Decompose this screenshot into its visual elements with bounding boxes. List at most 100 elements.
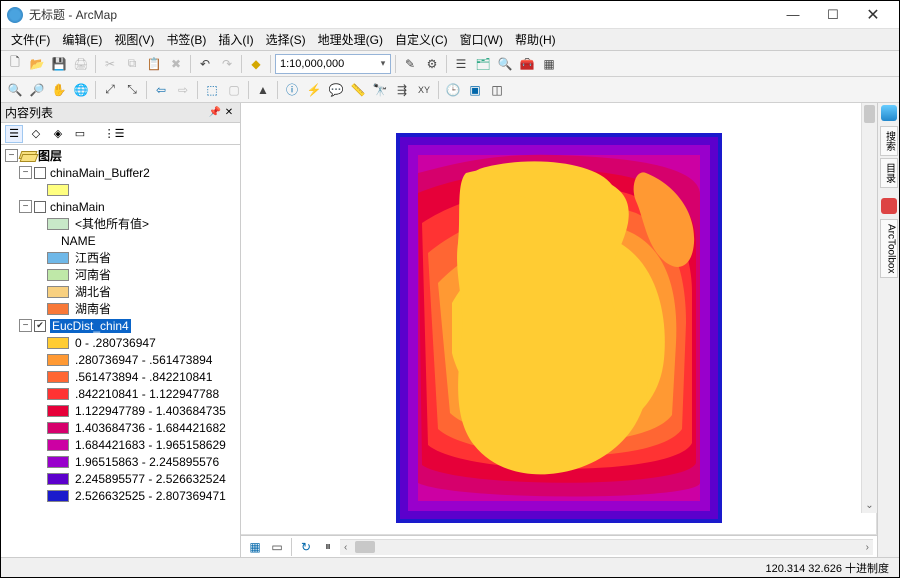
catalog-dock-tab[interactable]: 目录 <box>880 158 898 188</box>
scroll-left-icon[interactable]: ‹ <box>340 542 351 553</box>
print-button[interactable]: 🖨 <box>71 54 91 74</box>
scroll-right-icon[interactable]: › <box>862 542 873 553</box>
undo-button[interactable]: ↶ <box>195 54 215 74</box>
symbol-swatch[interactable] <box>47 456 69 468</box>
arctoolbox-button[interactable]: 🧰 <box>517 54 537 74</box>
symbol-swatch[interactable] <box>47 371 69 383</box>
new-button[interactable]: 🗋 <box>5 54 25 74</box>
scale-combo[interactable]: ▾ <box>275 54 391 74</box>
symbol-swatch[interactable] <box>47 184 69 196</box>
search-dock-icon[interactable] <box>881 105 897 121</box>
menu-edit[interactable]: 编辑(E) <box>56 29 108 50</box>
map-canvas[interactable]: ⌄ <box>241 103 877 535</box>
collapse-icon[interactable]: − <box>19 166 32 179</box>
symbol-swatch[interactable] <box>47 303 69 315</box>
forward-extent-button[interactable]: ⇨ <box>173 80 193 100</box>
symbol-swatch[interactable] <box>47 422 69 434</box>
horizontal-scrollbar[interactable]: ‹ › <box>340 539 873 555</box>
toc-button[interactable]: ☰ <box>451 54 471 74</box>
catalog-button[interactable]: 🗂 <box>473 54 493 74</box>
symbol-swatch[interactable] <box>47 269 69 281</box>
zoom-out-button[interactable]: 🔎 <box>27 80 47 100</box>
pan-button[interactable]: ✋ <box>49 80 69 100</box>
layer-label[interactable]: EucDist_chin4 <box>50 319 131 333</box>
create-viewer-button[interactable]: ▣ <box>465 80 485 100</box>
copy-button[interactable]: ⧉ <box>122 54 142 74</box>
symbol-swatch[interactable] <box>47 473 69 485</box>
maximize-button[interactable]: ☐ <box>813 4 853 26</box>
search-window-button[interactable]: 🔍 <box>495 54 515 74</box>
list-by-source-tab[interactable]: ◇ <box>27 125 45 143</box>
data-view-button[interactable]: ▦ <box>245 537 265 557</box>
arctoolbox-dock-icon[interactable] <box>881 198 897 214</box>
menu-insert[interactable]: 插入(I) <box>212 29 259 50</box>
collapse-icon[interactable]: − <box>19 319 32 332</box>
list-by-drawing-order-tab[interactable]: ☰ <box>5 125 23 143</box>
symbol-swatch[interactable] <box>47 354 69 366</box>
symbol-swatch[interactable] <box>47 337 69 349</box>
find-button[interactable]: 🔭 <box>370 80 390 100</box>
arctoolbox-dock-tab[interactable]: ArcToolbox <box>880 219 898 278</box>
collapse-icon[interactable]: − <box>19 200 32 213</box>
menu-bookmarks[interactable]: 书签(B) <box>160 29 212 50</box>
cut-button[interactable]: ✂ <box>100 54 120 74</box>
toc-options-button[interactable]: ⋮☰ <box>105 125 123 143</box>
scale-dropdown-icon[interactable]: ▾ <box>376 58 390 69</box>
layout-view-button[interactable]: ▭ <box>267 537 287 557</box>
fixed-zoom-in-button[interactable]: ⤢ <box>100 80 120 100</box>
viewer-window-button[interactable]: ◫ <box>487 80 507 100</box>
layer-visibility-checkbox[interactable] <box>34 201 46 213</box>
add-data-button[interactable]: ◆ <box>246 54 266 74</box>
menu-window[interactable]: 窗口(W) <box>454 29 509 50</box>
scrollbar-thumb[interactable] <box>355 541 375 553</box>
symbol-swatch[interactable] <box>47 286 69 298</box>
symbol-swatch[interactable] <box>47 388 69 400</box>
zoom-in-button[interactable]: 🔍 <box>5 80 25 100</box>
menu-geoprocessing[interactable]: 地理处理(G) <box>312 29 389 50</box>
paste-button[interactable]: 📋 <box>144 54 164 74</box>
scrollbar-thumb[interactable] <box>864 105 875 123</box>
pin-icon[interactable]: 📌 <box>208 107 222 118</box>
minimize-button[interactable]: — <box>773 4 813 26</box>
vertical-scrollbar[interactable]: ⌄ <box>861 103 877 513</box>
refresh-button[interactable]: ↻ <box>296 537 316 557</box>
hyperlink-button[interactable]: ⚡ <box>304 80 324 100</box>
menu-selection[interactable]: 选择(S) <box>260 29 312 50</box>
open-button[interactable]: 📂 <box>27 54 47 74</box>
editor-toolbar-button[interactable]: ✎ <box>400 54 420 74</box>
fixed-zoom-out-button[interactable]: ⤡ <box>122 80 142 100</box>
symbol-swatch[interactable] <box>47 252 69 264</box>
redo-button[interactable]: ↷ <box>217 54 237 74</box>
time-slider-button[interactable]: 🕒 <box>443 80 463 100</box>
delete-button[interactable]: ✖ <box>166 54 186 74</box>
back-extent-button[interactable]: ⇦ <box>151 80 171 100</box>
scale-input[interactable] <box>276 58 376 70</box>
toc-tree[interactable]: − 图层 − chinaMain_Buffer2 − china <box>1 145 240 557</box>
model-builder-button[interactable]: ⚙ <box>422 54 442 74</box>
list-by-selection-tab[interactable]: ▭ <box>71 125 89 143</box>
symbol-swatch[interactable] <box>47 439 69 451</box>
scroll-down-icon[interactable]: ⌄ <box>862 500 877 511</box>
symbol-swatch[interactable] <box>47 490 69 502</box>
toc-close-icon[interactable]: ✕ <box>222 107 236 118</box>
identify-button[interactable]: ⓘ <box>282 80 302 100</box>
select-elements-button[interactable]: ▲ <box>253 80 273 100</box>
layer-visibility-checkbox[interactable] <box>34 320 46 332</box>
find-route-button[interactable]: ⇶ <box>392 80 412 100</box>
close-button[interactable]: ✕ <box>853 4 893 26</box>
clear-selection-button[interactable]: ▢ <box>224 80 244 100</box>
measure-button[interactable]: 📏 <box>348 80 368 100</box>
search-dock-tab[interactable]: 搜索 <box>880 126 898 156</box>
menu-view[interactable]: 视图(V) <box>108 29 160 50</box>
menu-file[interactable]: 文件(F) <box>5 29 56 50</box>
symbol-swatch[interactable] <box>47 405 69 417</box>
layer-label[interactable]: chinaMain <box>50 200 105 214</box>
menu-customize[interactable]: 自定义(C) <box>389 29 454 50</box>
toc-root-label[interactable]: 图层 <box>38 147 62 164</box>
pause-drawing-button[interactable]: ⏸ <box>318 537 338 557</box>
save-button[interactable]: 💾 <box>49 54 69 74</box>
layer-label[interactable]: chinaMain_Buffer2 <box>50 166 150 180</box>
layer-visibility-checkbox[interactable] <box>34 167 46 179</box>
collapse-icon[interactable]: − <box>5 149 18 162</box>
html-popup-button[interactable]: 💬 <box>326 80 346 100</box>
